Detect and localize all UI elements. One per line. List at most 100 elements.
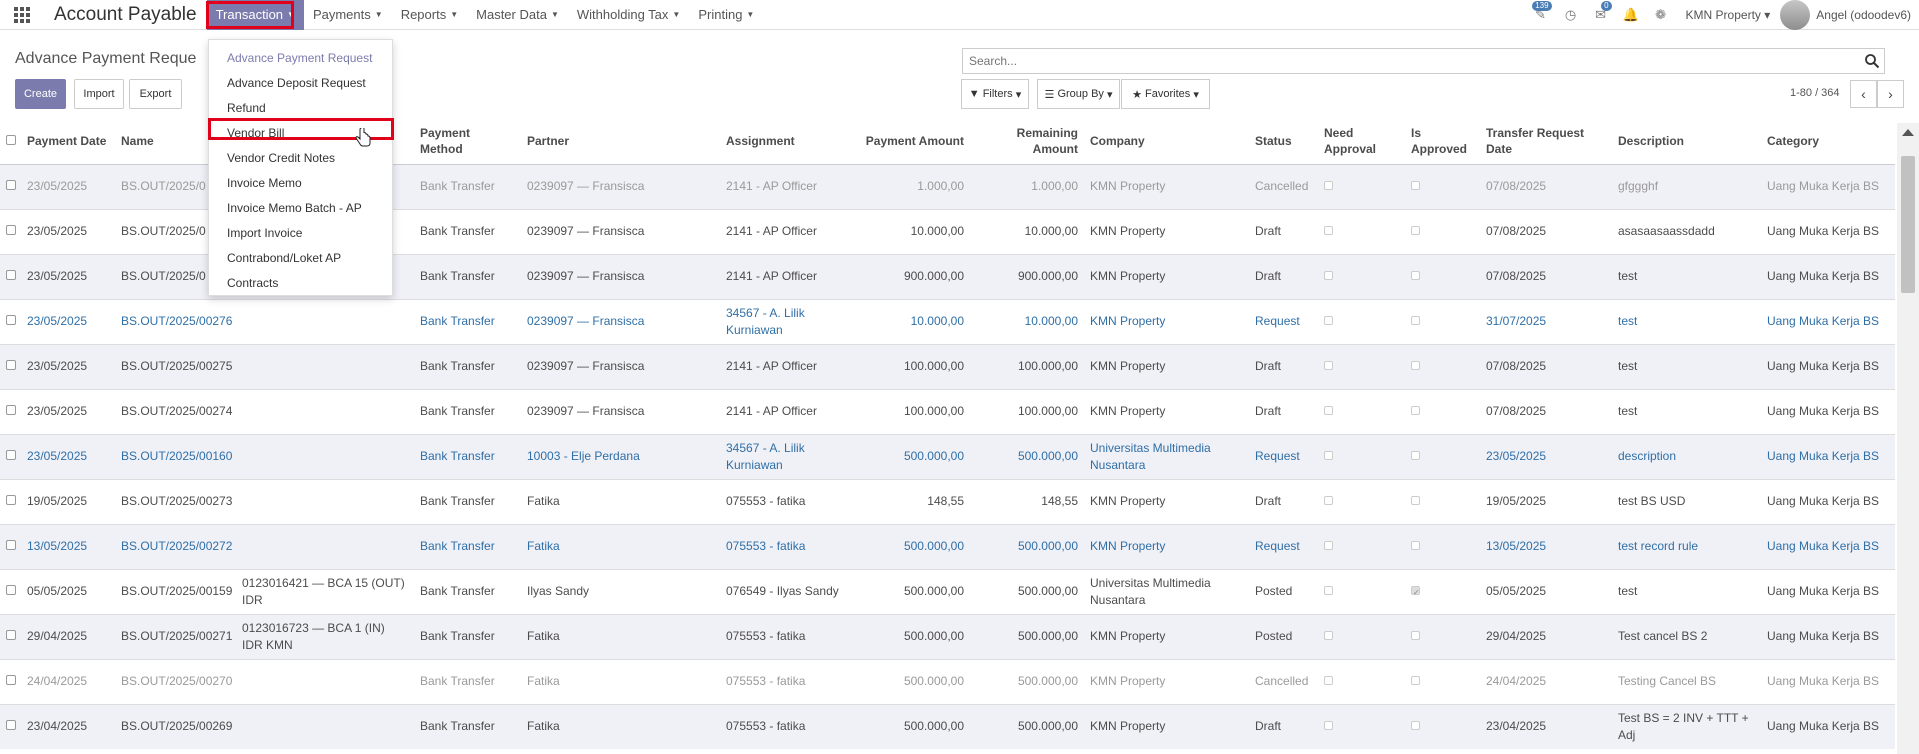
row-checkbox[interactable]	[0, 388, 21, 434]
select-all-checkbox[interactable]	[0, 118, 21, 165]
cell-method: Bank Transfer	[414, 433, 521, 479]
column-header[interactable]: Description	[1612, 118, 1761, 165]
table-row[interactable]: 23/05/2025 BS.OUT/2025/00160 Bank Transfer…	[0, 433, 1895, 479]
menu-item-import-invoice[interactable]: Import Invoice	[209, 220, 392, 245]
cell-status: Cancelled	[1249, 163, 1318, 209]
create-button[interactable]: Create	[15, 79, 66, 109]
avatar[interactable]	[1780, 0, 1811, 30]
table-row[interactable]: 23/05/2025 BS.OUT/2025/00275 Bank Transfer…	[0, 343, 1895, 389]
menu-item-advance-payment-request[interactable]: Advance Payment Request	[209, 45, 392, 70]
row-checkbox[interactable]	[0, 298, 21, 344]
apps-menu-icon[interactable]	[0, 0, 44, 30]
column-header[interactable]: Is Approved	[1405, 118, 1480, 165]
row-checkbox[interactable]	[0, 658, 21, 704]
import-button[interactable]: Import	[74, 79, 124, 109]
menu-item-vendor-credit-notes[interactable]: Vendor Credit Notes	[209, 145, 392, 170]
cell-assignment: 2141 - AP Officer	[720, 388, 856, 434]
menu-item-advance-deposit-request[interactable]: Advance Deposit Request	[209, 70, 392, 95]
column-header[interactable]: Remaining Amount	[970, 118, 1084, 165]
column-header[interactable]: Status	[1249, 118, 1318, 165]
is-approved-checkbox	[1405, 523, 1480, 569]
column-header[interactable]: Category	[1761, 118, 1895, 165]
column-header[interactable]: Transfer Request Date	[1480, 118, 1612, 165]
user-menu[interactable]: Angel (odoodev6)	[1816, 8, 1919, 22]
menu-item-invoice-memo[interactable]: Invoice Memo	[209, 170, 392, 195]
bug-icon[interactable]: ❁	[1646, 0, 1676, 30]
cell-amount: 500.000,00	[856, 568, 970, 614]
column-header[interactable]: Payment Amount	[856, 118, 970, 165]
export-button[interactable]: Export	[129, 79, 182, 109]
menu-reports[interactable]: Reports ▼	[392, 0, 467, 30]
groupby-button[interactable]: ☰ Group By ▾	[1037, 79, 1120, 109]
cell-date: 19/05/2025	[21, 478, 115, 524]
cell-category: Uang Muka Kerja BS	[1761, 523, 1895, 569]
cell-company: KMN Property	[1084, 208, 1249, 254]
table-row[interactable]: 23/05/2025 BS.OUT/2025/00276 Bank Transfer…	[0, 298, 1895, 344]
cell-amount: 10.000,00	[856, 298, 970, 344]
column-header[interactable]: Assignment	[720, 118, 856, 165]
chat-icon[interactable]: ✉ 0	[1586, 0, 1616, 30]
pager-previous-icon[interactable]: ‹	[1850, 80, 1877, 108]
menu-item-contrabond-loket[interactable]: Contrabond/Loket AP	[209, 245, 392, 270]
filters-button[interactable]: ▼ Filters ▾	[961, 79, 1029, 109]
list-icon: ☰	[1044, 88, 1055, 101]
search-input[interactable]	[963, 49, 1843, 73]
cell-date: 23/05/2025	[21, 343, 115, 389]
menu-printing[interactable]: Printing ▼	[689, 0, 763, 30]
row-checkbox[interactable]	[0, 568, 21, 614]
menu-item-refund[interactable]: Refund	[209, 95, 392, 120]
favorites-button[interactable]: ★ Favorites ▾	[1121, 79, 1210, 109]
pager-value[interactable]: 1-80 / 364	[1790, 87, 1840, 99]
pager-next-icon[interactable]: ›	[1877, 80, 1904, 108]
row-checkbox[interactable]	[0, 613, 21, 659]
table-row[interactable]: 13/05/2025 BS.OUT/2025/00272 Bank Transfer…	[0, 523, 1895, 569]
row-checkbox[interactable]	[0, 433, 21, 479]
row-checkbox[interactable]	[0, 523, 21, 569]
column-header[interactable]: Payment Date	[21, 118, 115, 165]
column-header[interactable]: Company	[1084, 118, 1249, 165]
column-header[interactable]: Partner	[521, 118, 720, 165]
menu-transaction[interactable]: Transaction ▼	[206, 0, 304, 30]
cell-company: KMN Property	[1084, 343, 1249, 389]
clock-icon[interactable]: ◷	[1556, 0, 1586, 30]
table-row[interactable]: 19/05/2025 BS.OUT/2025/00273 Bank Transfer…	[0, 478, 1895, 524]
table-row[interactable]: 23/05/2025 BS.OUT/2025/00274 Bank Transfer…	[0, 388, 1895, 434]
table-row[interactable]: 24/04/2025 BS.OUT/2025/00270 Bank Transfer…	[0, 658, 1895, 704]
company-switcher[interactable]: KMN Property ▾	[1676, 8, 1781, 22]
cell-remaining: 100.000,00	[970, 343, 1084, 389]
need-approval-checkbox	[1318, 478, 1405, 524]
row-checkbox[interactable]	[0, 343, 21, 389]
row-checkbox[interactable]	[0, 253, 21, 299]
table-row[interactable]: 05/05/2025 BS.OUT/2025/00159 0123016421 — …	[0, 568, 1895, 614]
search-icon[interactable]	[1864, 53, 1880, 69]
bell-icon[interactable]: 🔔	[1616, 0, 1646, 30]
cell-amount: 500.000,00	[856, 523, 970, 569]
row-checkbox[interactable]	[0, 478, 21, 524]
is-approved-checkbox	[1405, 478, 1480, 524]
menu-item-contracts[interactable]: Contracts	[209, 270, 392, 295]
scroll-up-icon[interactable]	[1902, 129, 1914, 136]
row-checkbox[interactable]	[0, 163, 21, 209]
column-header[interactable]: Need Approval	[1318, 118, 1405, 165]
cell-remaining: 900.000,00	[970, 253, 1084, 299]
row-checkbox[interactable]	[0, 208, 21, 254]
scroll-thumb[interactable]	[1901, 156, 1915, 293]
menu-master-data[interactable]: Master Data ▼	[467, 0, 568, 30]
table-row[interactable]: 23/04/2025 BS.OUT/2025/00269 Bank Transfer…	[0, 703, 1895, 749]
cell-method: Bank Transfer	[414, 388, 521, 434]
activity-icon[interactable]: ✎ 139	[1526, 0, 1556, 30]
table-row[interactable]: 29/04/2025 BS.OUT/2025/00271 0123016723 — …	[0, 613, 1895, 659]
column-header[interactable]: Payment Method	[414, 118, 521, 165]
cell-assignment: 076549 - Ilyas Sandy	[720, 568, 856, 614]
cell-name: BS.OUT/2025/00159	[115, 568, 236, 614]
scrollbar[interactable]	[1897, 123, 1919, 754]
cell-remaining: 500.000,00	[970, 703, 1084, 749]
need-approval-checkbox	[1318, 568, 1405, 614]
menu-payments[interactable]: Payments ▼	[304, 0, 392, 30]
cell-partner: Ilyas Sandy	[521, 568, 720, 614]
row-checkbox[interactable]	[0, 703, 21, 749]
filter-icon: ▼	[968, 88, 980, 100]
cell-category: Uang Muka Kerja BS	[1761, 343, 1895, 389]
menu-withholding-tax[interactable]: Withholding Tax ▼	[568, 0, 689, 30]
menu-item-invoice-memo-batch[interactable]: Invoice Memo Batch - AP	[209, 195, 392, 220]
